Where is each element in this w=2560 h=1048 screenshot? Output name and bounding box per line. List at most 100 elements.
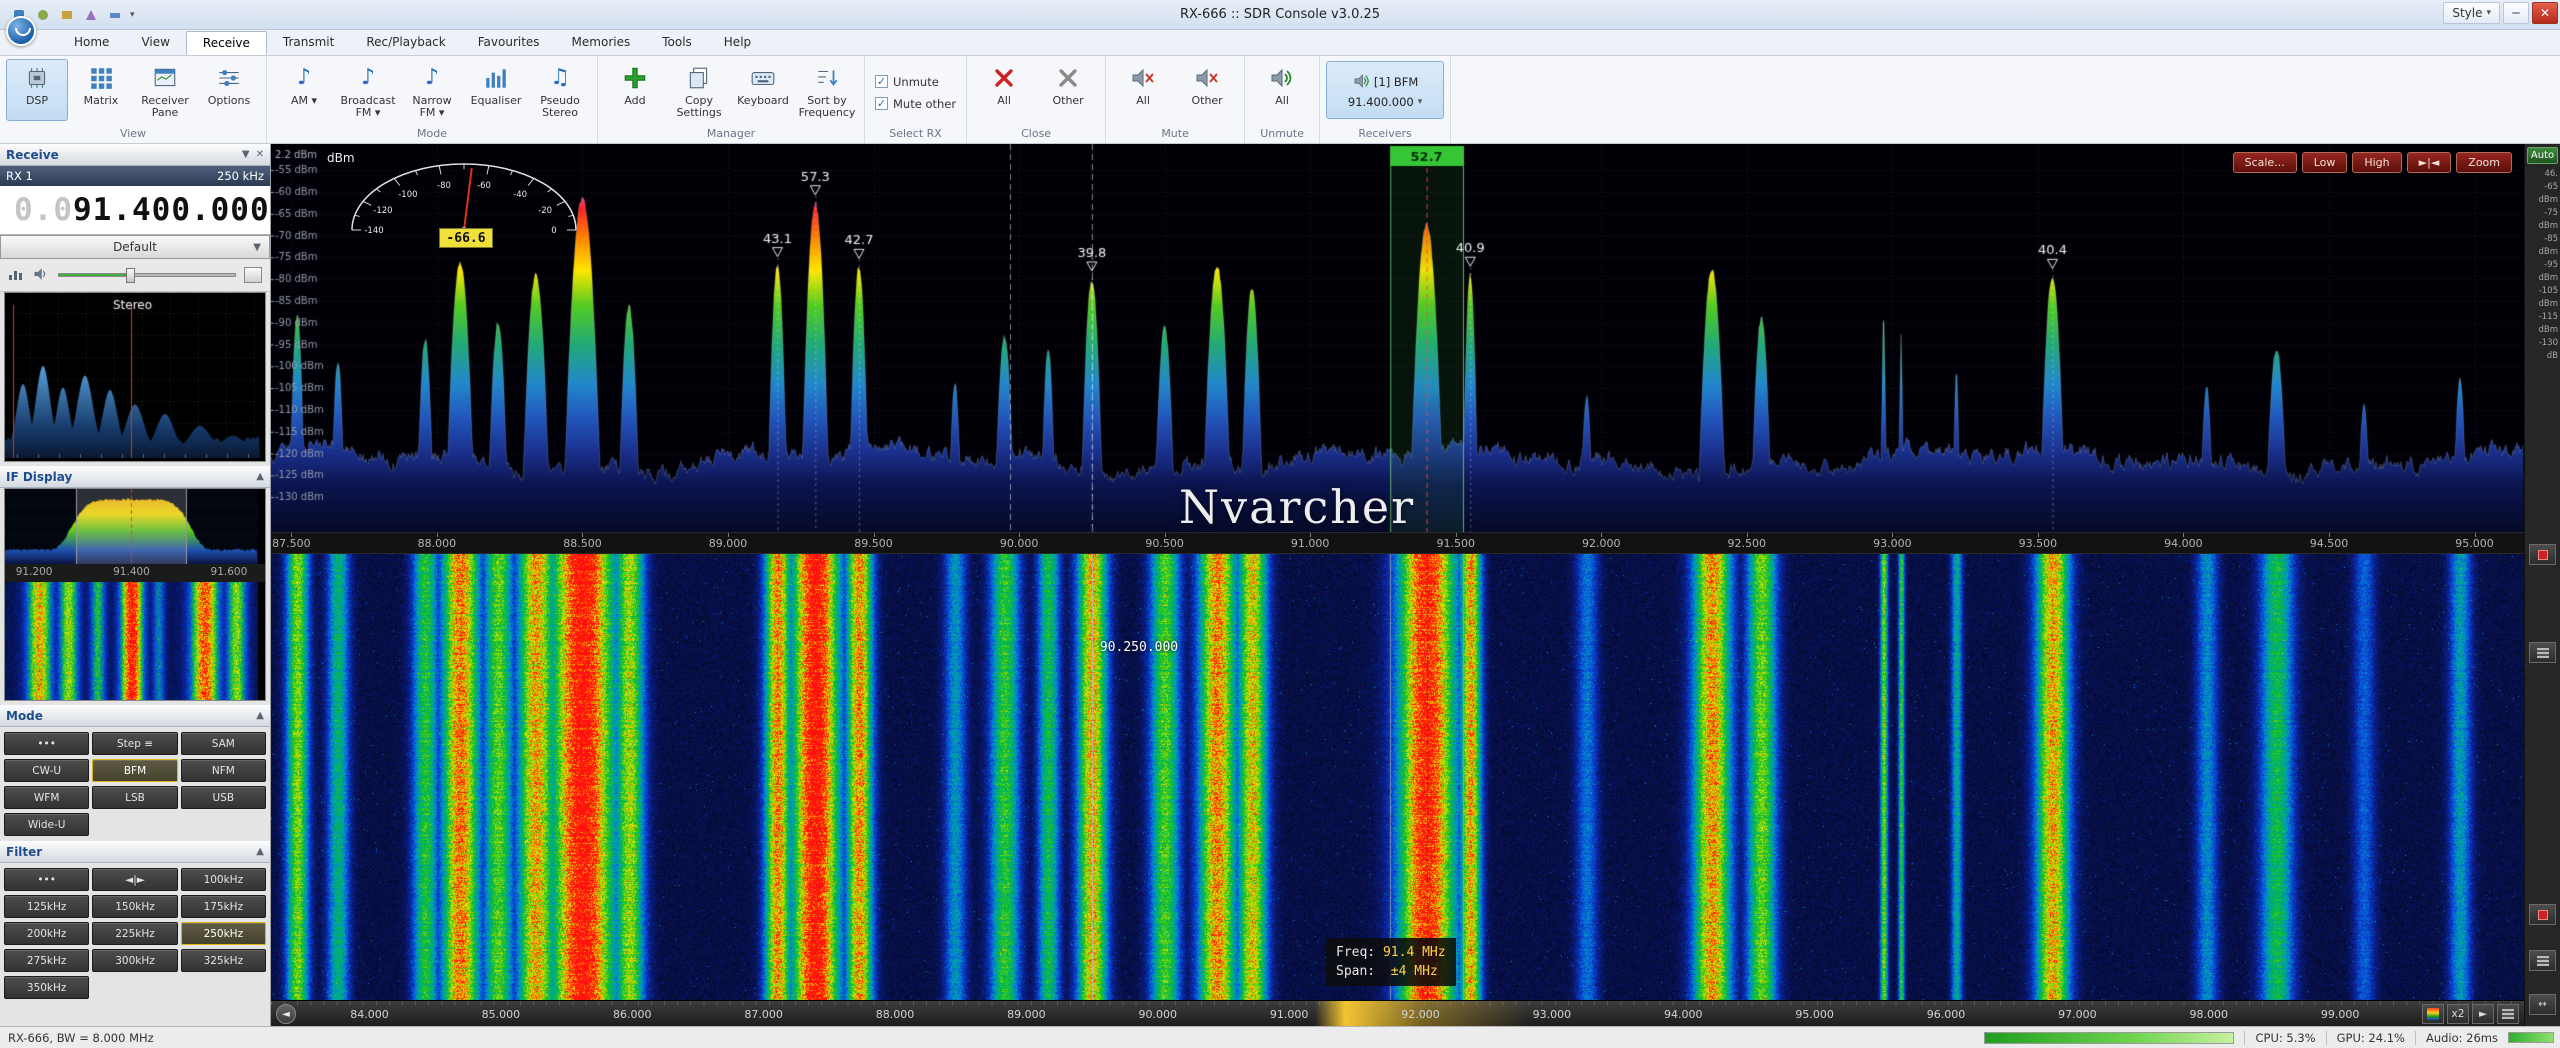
manager-add[interactable]: Add — [604, 59, 666, 121]
mode-broadcast-fm[interactable]: ♪Broadcast FM ▾ — [337, 59, 399, 122]
collapse-up-icon[interactable]: ▲ — [256, 710, 264, 721]
filter-button-175khz[interactable]: 175kHz — [181, 895, 266, 918]
spectrum-button-high[interactable]: High — [2352, 152, 2401, 173]
volume-option-button[interactable] — [244, 267, 262, 283]
spectrum-button-scale[interactable]: Scale... — [2233, 152, 2297, 173]
manager-keyboard[interactable]: Keyboard — [732, 59, 794, 121]
volume-slider-thumb[interactable] — [126, 268, 135, 283]
mute-other[interactable]: Other — [1176, 59, 1238, 121]
checkbox-unmute[interactable]: ✓Unmute — [871, 72, 943, 92]
spectrum-button-[interactable]: ►|◄ — [2407, 152, 2452, 173]
filter-button-350khz[interactable]: 350kHz — [4, 976, 89, 999]
mode-button-bfm[interactable]: BFM — [92, 759, 177, 782]
view-receiver-pane[interactable]: Receiver Pane — [134, 59, 196, 122]
collapse-up-icon[interactable]: ▲ — [256, 846, 264, 857]
collapse-up-icon[interactable]: ▲ — [256, 471, 264, 482]
close-button[interactable]: ✕ — [2532, 2, 2558, 24]
filter-button-100khz[interactable]: 100kHz — [181, 868, 266, 891]
speaker-icon[interactable] — [32, 266, 50, 285]
tab-receive[interactable]: Receive — [186, 31, 267, 55]
volume-slider[interactable] — [58, 273, 236, 277]
nav-waterfall-button[interactable] — [2422, 1004, 2444, 1024]
spectrum-button-zoom[interactable]: Zoom — [2456, 152, 2512, 173]
mode-equaliser[interactable]: Equaliser — [465, 59, 527, 121]
filter-button-275khz[interactable]: 275kHz — [4, 949, 89, 972]
filter-button-125khz[interactable]: 125kHz — [4, 895, 89, 918]
mode-am[interactable]: ♪AM ▾ — [273, 59, 335, 121]
mode-button-nfm[interactable]: NFM — [181, 759, 266, 782]
view-dsp[interactable]: DSP — [6, 59, 68, 121]
view-options[interactable]: Options — [198, 59, 260, 121]
checkbox-label: Mute other — [893, 97, 956, 111]
minimize-button[interactable]: ─ — [2503, 2, 2529, 24]
nav-options-button[interactable] — [2497, 1004, 2519, 1024]
mode-button-lsb[interactable]: LSB — [92, 786, 177, 809]
mode-button-sam[interactable]: SAM — [181, 732, 266, 755]
mode-button-wideu[interactable]: Wide-U — [4, 813, 89, 836]
mode-button-[interactable]: ••• — [4, 732, 89, 755]
nav-scroll-right-button[interactable]: ► — [2472, 1004, 2494, 1024]
receive-panel-title: Receive — [6, 148, 236, 162]
band-navigation-bar[interactable]: ◄ x2 ► 84.00085.00086.00087.00088.00089.… — [271, 1000, 2524, 1026]
spectrum-button-low[interactable]: Low — [2302, 152, 2348, 173]
tab-tools[interactable]: Tools — [646, 31, 708, 55]
close-other[interactable]: Other — [1037, 59, 1099, 121]
scale-label: 46. — [2525, 168, 2560, 181]
spectrum-frequency-ruler[interactable]: 87.50088.00088.50089.00089.50090.00090.5… — [271, 532, 2524, 554]
mute-all[interactable]: All — [1112, 59, 1174, 121]
unmute-all[interactable]: All — [1251, 59, 1313, 121]
mode-narrow-fm[interactable]: ♪Narrow FM ▾ — [401, 59, 463, 122]
nav-zoom-x2-button[interactable]: x2 — [2447, 1004, 2469, 1024]
mode-pseudo-stereo[interactable]: ♫Pseudo Stereo — [529, 59, 591, 122]
preset-dropdown[interactable]: Default ▼ — [0, 235, 270, 259]
strip-settings-button[interactable] — [2529, 642, 2556, 663]
filter-button-[interactable]: ◄|► — [92, 868, 177, 891]
checkbox-mute-other[interactable]: ✓Mute other — [871, 94, 960, 114]
waterfall-marker-frequency: 90.250.000 — [1100, 640, 1178, 655]
receiver-select-button[interactable]: [1] BFM 91.400.000 ▾ — [1326, 61, 1444, 119]
mode-button-cwu[interactable]: CW-U — [4, 759, 89, 782]
tab-home[interactable]: Home — [58, 31, 125, 55]
panel-close-icon[interactable]: ✕ — [256, 149, 264, 160]
strip-resize-button[interactable]: ↔ — [2529, 994, 2556, 1015]
tab-transmit[interactable]: Transmit — [267, 31, 350, 55]
filter-button-300khz[interactable]: 300kHz — [92, 949, 177, 972]
auto-scale-button[interactable]: Auto — [2527, 147, 2558, 164]
if-spectrum-canvas[interactable] — [5, 489, 258, 564]
tab-help[interactable]: Help — [708, 31, 767, 55]
frequency-display[interactable]: 0.091.400.000 — [0, 186, 270, 235]
app-orb-button[interactable] — [6, 16, 36, 46]
tab-memories[interactable]: Memories — [556, 31, 647, 55]
manager-sort-by-frequency[interactable]: Sort by Frequency — [796, 59, 858, 122]
waterfall-canvas[interactable] — [271, 554, 2524, 1000]
mode-button-usb[interactable]: USB — [181, 786, 266, 809]
right-toolbar-strip: Auto 46.-65 dBm-75 dBm-85 dBm-95 dBm-105… — [2524, 144, 2560, 1026]
filter-button-250khz[interactable]: 250kHz — [181, 922, 266, 945]
view-matrix-label: Matrix — [84, 95, 119, 107]
manager-copy-settings[interactable]: Copy Settings — [668, 59, 730, 122]
audio-spectrum-canvas[interactable] — [5, 293, 260, 458]
filter-button-[interactable]: ••• — [4, 868, 89, 891]
audio-graph-icon[interactable] — [8, 267, 24, 284]
scale-label: -105 dBm — [2525, 285, 2560, 311]
filter-button-150khz[interactable]: 150kHz — [92, 895, 177, 918]
if-waterfall-canvas[interactable] — [5, 582, 258, 700]
mode-button-wfm[interactable]: WFM — [4, 786, 89, 809]
strip-display-button[interactable] — [2529, 950, 2556, 971]
tab-view[interactable]: View — [125, 31, 185, 55]
nav-scroll-left-button[interactable]: ◄ — [276, 1004, 296, 1024]
nav-frequency-label: 95.000 — [1795, 1008, 1834, 1021]
mode-button-step[interactable]: Step ≡ — [92, 732, 177, 755]
tab-favourites[interactable]: Favourites — [462, 31, 556, 55]
audio-level-meter — [1984, 1032, 2234, 1044]
style-button[interactable]: Style ▾ — [2443, 2, 2500, 24]
close-all[interactable]: All — [973, 59, 1035, 121]
tab-rec-playback[interactable]: Rec/Playback — [350, 31, 461, 55]
filter-button-225khz[interactable]: 225kHz — [92, 922, 177, 945]
filter-button-200khz[interactable]: 200kHz — [4, 922, 89, 945]
filter-button-325khz[interactable]: 325kHz — [181, 949, 266, 972]
panel-dropdown-icon[interactable]: ▼ — [242, 149, 250, 160]
strip-marker-button[interactable] — [2529, 904, 2556, 925]
strip-record-button[interactable] — [2529, 544, 2556, 565]
view-matrix[interactable]: Matrix — [70, 59, 132, 121]
